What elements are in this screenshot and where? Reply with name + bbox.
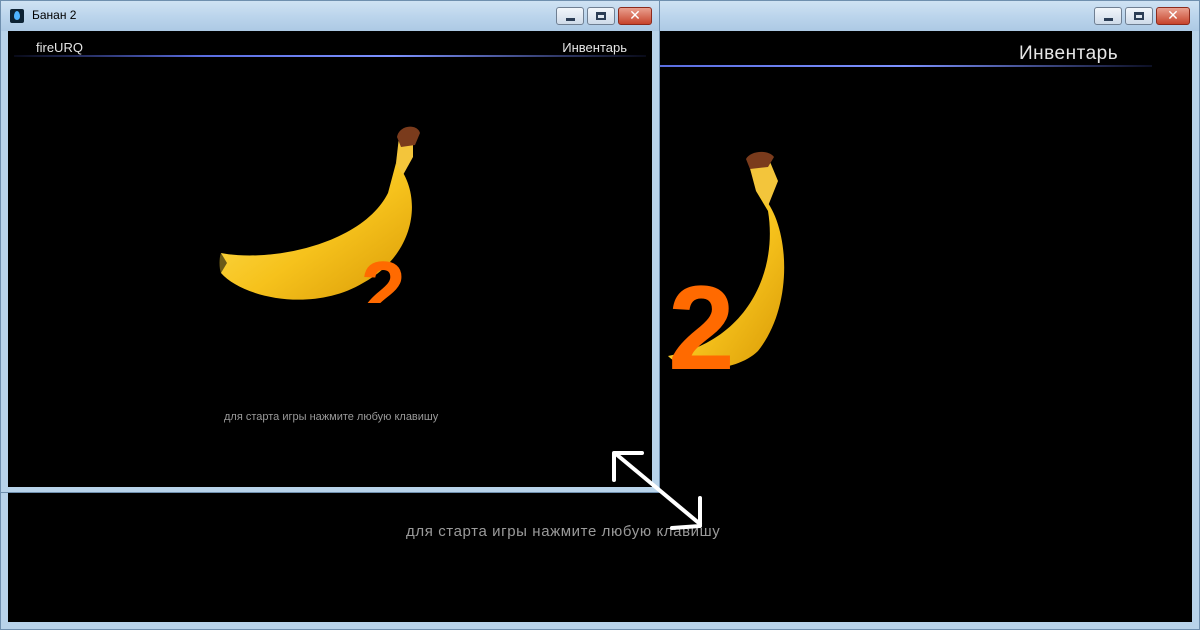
minimize-icon: [566, 18, 575, 21]
game-canvas[interactable]: fireURQ Инвентарь 2 для старта игры нажм…: [8, 31, 652, 487]
banana-logo-image: 2: [668, 151, 785, 371]
start-prompt: для старта игры нажмите любую клавишу: [224, 411, 439, 423]
banana-logo-image: 2: [219, 126, 420, 303]
inventory-link[interactable]: Инвентарь: [1019, 43, 1118, 65]
close-icon: ✕: [1167, 8, 1179, 24]
maximize-icon: [596, 12, 606, 20]
close-icon: ✕: [629, 8, 641, 24]
inventory-link[interactable]: Инвентарь: [562, 40, 627, 55]
logo-number: 2: [668, 261, 735, 371]
close-button[interactable]: ✕: [618, 7, 652, 25]
header-divider: [658, 65, 1152, 67]
flame-app-icon: [10, 9, 24, 23]
minimize-button[interactable]: [556, 7, 584, 25]
header-divider: [14, 55, 646, 57]
maximize-button[interactable]: [587, 7, 615, 25]
window-title: Банан 2: [32, 8, 77, 22]
minimize-button[interactable]: [1094, 7, 1122, 25]
maximize-icon: [1134, 12, 1144, 20]
game-window: Банан 2 ✕ fireURQ Инвентарь 2 для старта…: [0, 0, 660, 493]
close-button[interactable]: ✕: [1156, 7, 1190, 25]
title-bar[interactable]: Банан 2 ✕: [1, 1, 659, 31]
resize-arrow-icon: [612, 451, 702, 530]
maximize-button[interactable]: [1125, 7, 1153, 25]
engine-label: fireURQ: [36, 40, 83, 55]
minimize-icon: [1104, 18, 1113, 21]
logo-number: 2: [361, 245, 406, 303]
